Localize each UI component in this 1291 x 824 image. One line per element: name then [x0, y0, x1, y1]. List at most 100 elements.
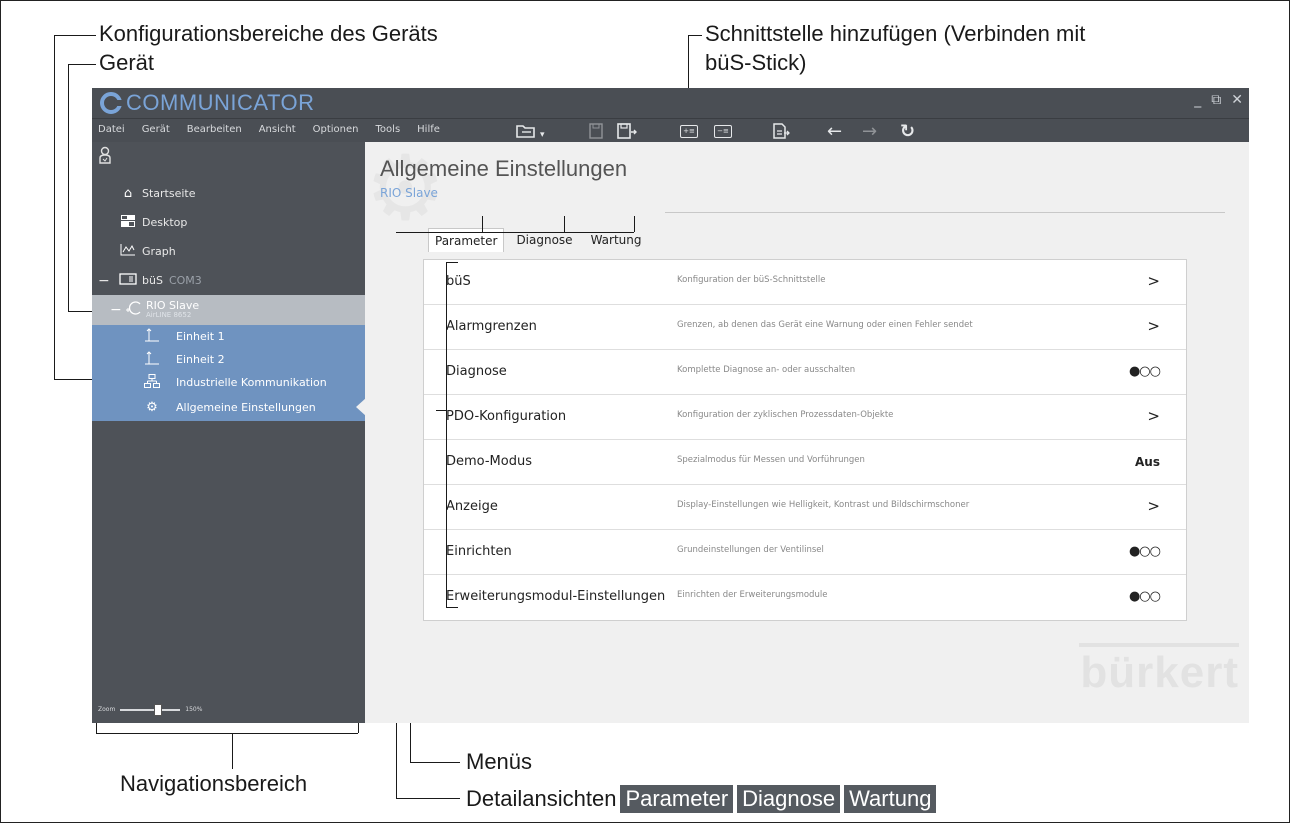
list-item-diagnose[interactable]: Diagnose Komplette Diagnose an- oder aus…	[424, 350, 1186, 395]
forward-arrow-icon[interactable]: →	[862, 121, 877, 142]
badge-diagnose: Diagnose	[737, 785, 841, 813]
menu-geraet[interactable]: Gerät	[142, 124, 170, 135]
sidebar-item-allgemeine-einstellungen[interactable]: ⚙ Allgemeine Einstellungen	[92, 394, 366, 421]
annotation-detail-views-label: Detailansichten	[466, 786, 617, 811]
sidebar-item-einheit-1[interactable]: Einheit 1	[92, 325, 365, 348]
sidebar-item-rio-slave[interactable]: − RIO Slave AirLINE 8652	[92, 295, 365, 325]
row-description: Konfiguration der büS-Schnittstelle	[677, 275, 826, 285]
annotation-device: Gerät	[99, 50, 155, 75]
menu-hilfe[interactable]: Hilfe	[417, 124, 440, 135]
leader-line	[68, 64, 69, 311]
title-bar: COMMUNICATOR _ ⧉ ✕	[92, 88, 1249, 118]
row-description: Einrichten der Erweiterungsmodule	[677, 590, 828, 600]
close-button[interactable]: ✕	[1231, 92, 1243, 108]
status-value: Aus	[1135, 455, 1160, 469]
sidebar-item-startseite[interactable]: ⌂ Startseite	[92, 179, 365, 208]
menu-ansicht[interactable]: Ansicht	[259, 124, 296, 135]
menu-bracket-line	[446, 607, 458, 608]
menu-items: Datei Gerät Bearbeiten Ansicht Optionen …	[98, 124, 440, 135]
back-arrow-icon[interactable]: ←	[827, 121, 842, 142]
rio-slave-text: RIO Slave AirLINE 8652	[146, 300, 199, 320]
save-as-icon[interactable]	[617, 121, 637, 141]
sidebar-item-label: büS	[142, 274, 163, 287]
navigation-sidebar: ⌂ Startseite Desktop Graph − büS COM3 −	[92, 142, 366, 723]
annotation-add-interface: Schnittstelle hinzufügen (Verbinden mit	[705, 21, 1086, 46]
row-description: Grenzen, ab denen das Gerät eine Warnung…	[677, 320, 973, 330]
remove-interface-icon[interactable]: −≡	[714, 121, 732, 141]
row-description: Konfiguration der zyklischen Prozessdate…	[677, 410, 894, 420]
sidebar-item-label: Industrielle Kommunikation	[176, 376, 327, 389]
badge-wartung: Wartung	[844, 785, 937, 813]
export-icon[interactable]	[772, 121, 790, 141]
annotation-menus: Menüs	[466, 749, 533, 774]
menu-bar: Datei Gerät Bearbeiten Ansicht Optionen …	[92, 118, 1249, 142]
annotation-detail-views: Detailansichten Parameter Diagnose Wartu…	[466, 785, 937, 813]
home-icon: ⌂	[123, 186, 133, 201]
main-content: ⚙ Allgemeine Einstellungen RIO Slave Par…	[365, 142, 1249, 723]
app-title: COMMUNICATOR	[126, 90, 315, 115]
list-item-einrichten[interactable]: Einrichten Grundeinstellungen der Ventil…	[424, 530, 1186, 575]
title-divider	[665, 212, 1225, 213]
sidebar-item-desktop[interactable]: Desktop	[92, 208, 365, 237]
row-label: Erweiterungsmodul-Einstellungen	[446, 589, 666, 604]
more-options-icon: ●○○	[1128, 589, 1161, 604]
add-interface-icon[interactable]: +≡	[680, 121, 698, 141]
menu-bracket-line	[446, 262, 458, 263]
graph-icon	[118, 243, 138, 260]
port-label: COM3	[168, 274, 202, 287]
zoom-label: Zoom	[98, 706, 116, 713]
row-label: PDO-Konfiguration	[446, 409, 567, 424]
leader-line	[396, 798, 460, 799]
list-item-bus[interactable]: büS Konfiguration der büS-Schnittstelle …	[424, 260, 1186, 305]
zoom-control: Zoom 150%	[98, 703, 202, 716]
menu-bearbeiten[interactable]: Bearbeiten	[187, 124, 242, 135]
sidebar-item-graph[interactable]: Graph	[92, 237, 365, 266]
sidebar-item-einheit-2[interactable]: Einheit 2	[92, 348, 365, 371]
leader-line	[54, 35, 96, 36]
collapse-icon[interactable]: −	[110, 302, 122, 318]
restore-button[interactable]: ⧉	[1211, 92, 1221, 108]
brand-watermark-bar	[1079, 643, 1239, 647]
row-label: büS	[446, 274, 471, 289]
sidebar-item-label: Graph	[142, 245, 176, 258]
chevron-right-icon: >	[1147, 497, 1160, 515]
list-item-demo-modus[interactable]: Demo-Modus Spezialmodus für Messen und V…	[424, 440, 1186, 485]
unit-icon	[142, 350, 162, 369]
menu-optionen[interactable]: Optionen	[313, 124, 359, 135]
open-icon[interactable]	[515, 121, 537, 141]
user-icon[interactable]	[98, 146, 112, 169]
sidebar-item-bus[interactable]: − büS COM3	[92, 266, 365, 295]
tab-connector-line	[482, 216, 483, 232]
collapse-icon[interactable]: −	[98, 273, 110, 289]
annotation-navigation-area: Navigationsbereich	[120, 771, 308, 796]
row-label: Demo-Modus	[446, 454, 532, 469]
minimize-button[interactable]: _	[1194, 92, 1201, 108]
menu-tools[interactable]: Tools	[376, 124, 401, 135]
app-window: COMMUNICATOR _ ⧉ ✕ Datei Gerät Bearbeite…	[92, 88, 1249, 723]
zoom-slider[interactable]	[120, 703, 181, 716]
row-description: Spezialmodus für Messen und Vorführungen	[677, 455, 865, 465]
zoom-slider-thumb[interactable]	[154, 703, 163, 716]
sidebar-item-industrielle-kommunikation[interactable]: Industrielle Kommunikation	[92, 371, 365, 394]
tab-connector-line	[396, 232, 634, 233]
list-item-erweiterungsmodul[interactable]: Erweiterungsmodul-Einstellungen Einricht…	[424, 575, 1186, 620]
save-icon[interactable]	[589, 121, 603, 141]
badge-parameter: Parameter	[620, 785, 734, 813]
list-item-anzeige[interactable]: Anzeige Display-Einstellungen wie Hellig…	[424, 485, 1186, 530]
more-options-icon: ●○○	[1128, 544, 1161, 559]
leader-line	[68, 64, 96, 65]
app-logo: COMMUNICATOR	[100, 90, 315, 116]
menu-datei[interactable]: Datei	[98, 124, 125, 135]
chevron-right-icon: >	[1147, 407, 1160, 425]
row-label: Diagnose	[446, 364, 507, 379]
chevron-right-icon: >	[1147, 272, 1160, 290]
annotation-config-areas: Konfigurationsbereiche des Geräts	[99, 21, 438, 46]
list-item-pdo-konfiguration[interactable]: PDO-Konfiguration Konfiguration der zykl…	[424, 395, 1186, 440]
row-label: Einrichten	[446, 544, 512, 559]
sidebar-item-label: Desktop	[142, 216, 188, 229]
refresh-icon[interactable]: ↻	[900, 121, 915, 142]
communicator-logo-icon	[100, 92, 122, 114]
settings-icon: ⚙	[146, 400, 158, 415]
menu-bracket-line	[446, 262, 447, 608]
list-item-alarmgrenzen[interactable]: Alarmgrenzen Grenzen, ab denen das Gerät…	[424, 305, 1186, 350]
